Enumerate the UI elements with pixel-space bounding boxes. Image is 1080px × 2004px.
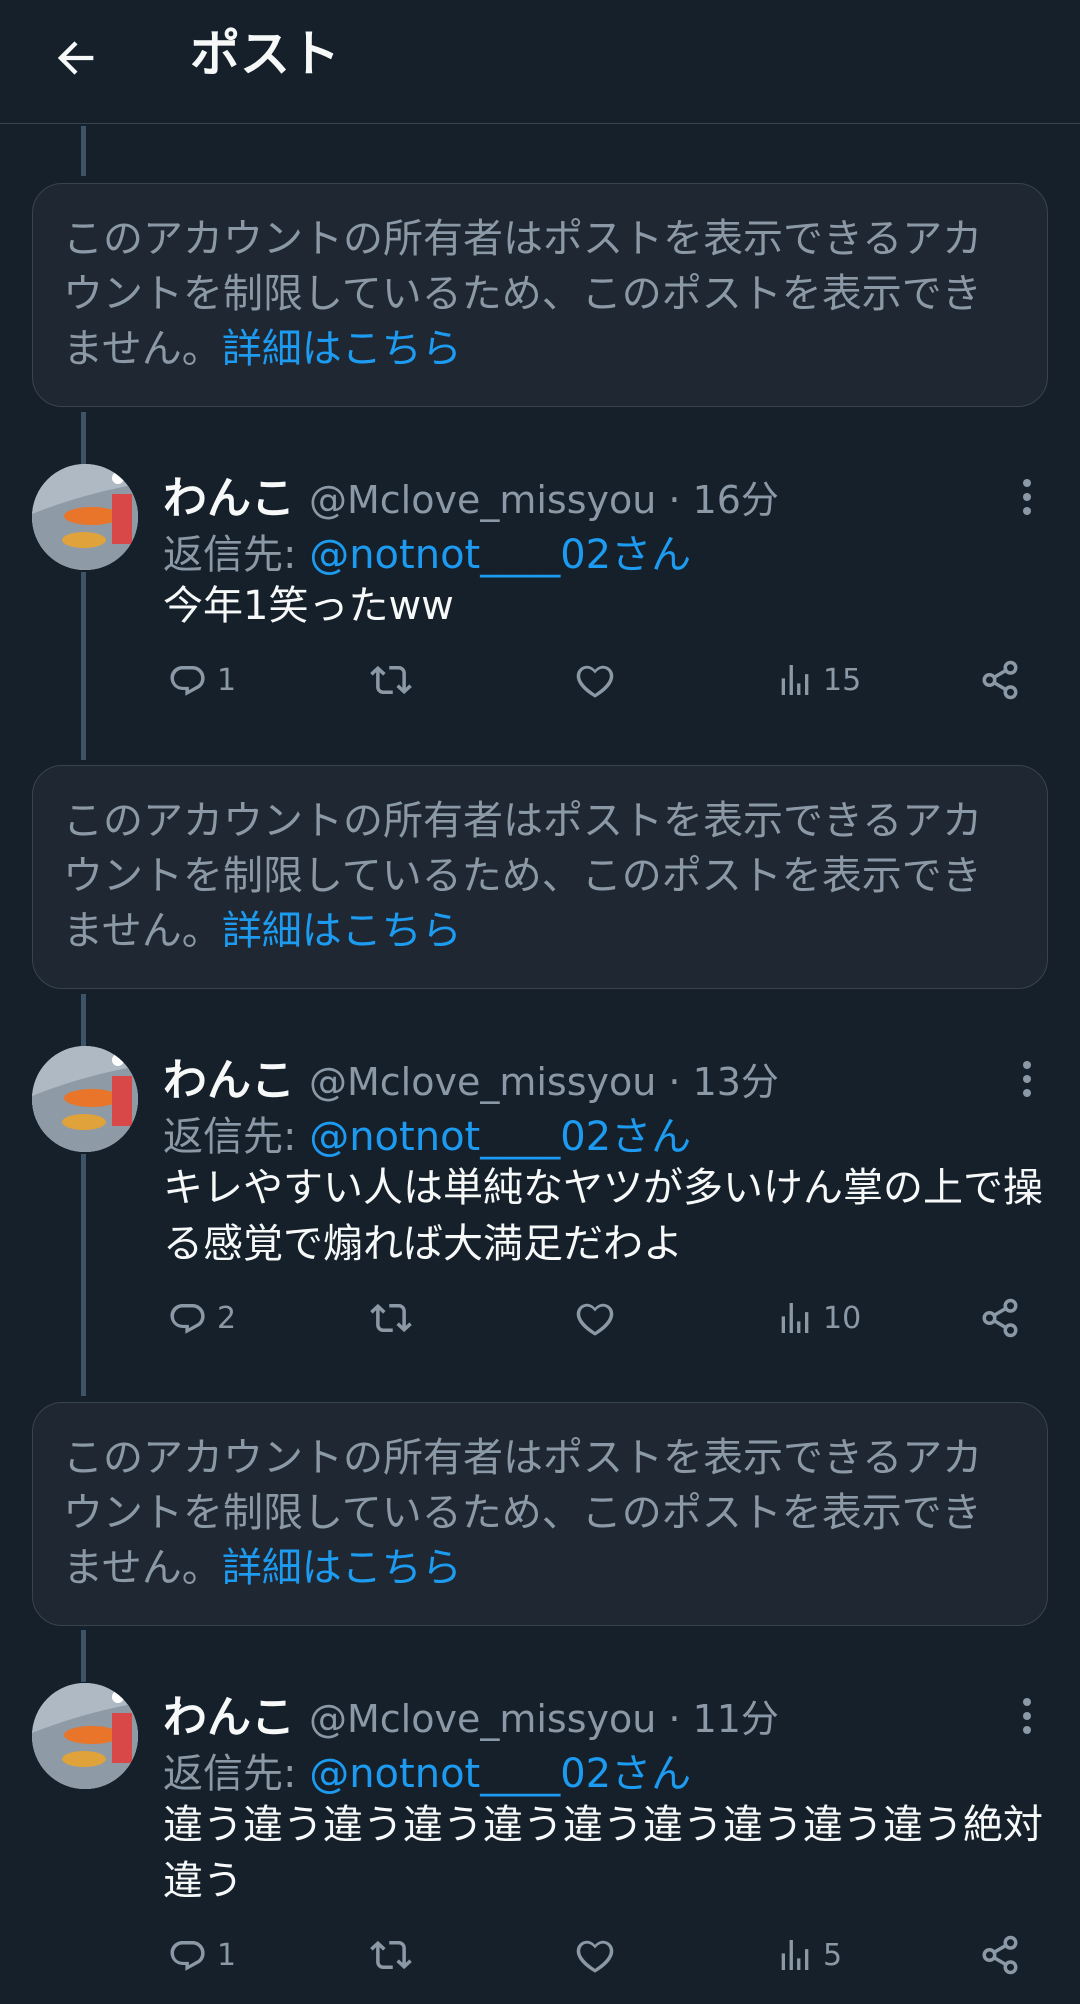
reply-to-line: 返信先: @notnot____02さん — [163, 522, 691, 580]
post-text: 今年1笑ったww — [163, 583, 454, 629]
views-count: 10 — [823, 1300, 862, 1336]
views-icon — [781, 1303, 809, 1333]
reply-to-line: 返信先: @notnot____02さん — [163, 1741, 691, 1799]
thread-line — [81, 572, 86, 760]
like-button[interactable] — [574, 1925, 624, 1985]
post-header: わんこ @Mclove_missyou · 11分 — [163, 1681, 779, 1743]
display-name[interactable]: わんこ — [163, 1681, 295, 1745]
reply-to-line: 返信先: @notnot____02さん — [163, 1104, 691, 1162]
learn-more-link[interactable]: 詳細はこちら — [222, 908, 462, 954]
retweet-icon — [370, 1303, 412, 1333]
views-icon — [781, 1940, 809, 1970]
top-app-bar: ポスト — [0, 0, 1080, 124]
thread-line — [81, 412, 86, 464]
reply-icon — [170, 1941, 205, 1971]
post-actions: 2 10 — [163, 1288, 1043, 1348]
learn-more-link[interactable]: 詳細はこちら — [222, 1545, 462, 1591]
reply-button[interactable]: 1 — [167, 1925, 236, 1985]
repost-button[interactable] — [368, 1925, 422, 1985]
thread-line — [81, 126, 86, 176]
restricted-notice-text: このアカウントの所有者はポストを表示できるアカウントを制限しているため、このポス… — [63, 216, 983, 372]
like-icon — [576, 665, 614, 698]
post-actions: 1 5 — [163, 1925, 1043, 1985]
reply-button[interactable]: 2 — [167, 1288, 236, 1348]
share-button[interactable] — [979, 1288, 1021, 1348]
post-header: わんこ @Mclove_missyou · 16分 — [163, 462, 779, 524]
back-button[interactable] — [36, 18, 116, 98]
thread-line — [81, 1630, 86, 1682]
reply-count: 1 — [217, 662, 237, 698]
more-vertical-icon — [1023, 1061, 1031, 1097]
post-header: わんこ @Mclove_missyou · 13分 — [163, 1044, 779, 1106]
learn-more-link[interactable]: 詳細はこちら — [222, 326, 462, 372]
retweet-icon — [370, 1940, 412, 1970]
avatar[interactable] — [32, 1046, 138, 1152]
thread-line — [81, 1154, 86, 1396]
repost-button[interactable] — [368, 650, 422, 710]
handle-and-time[interactable]: @Mclove_missyou · 16分 — [309, 469, 779, 524]
more-options-button[interactable] — [1000, 1689, 1054, 1743]
views-count: 5 — [823, 1937, 843, 1973]
share-button[interactable] — [979, 650, 1021, 710]
restricted-notice-text: このアカウントの所有者はポストを表示できるアカウントを制限しているため、このポス… — [63, 1435, 983, 1591]
reply-count: 2 — [217, 1300, 237, 1336]
share-icon — [982, 660, 1018, 700]
page-title: ポスト — [190, 25, 340, 83]
views-button[interactable]: 10 — [775, 1288, 861, 1348]
restricted-notice-text: このアカウントの所有者はポストを表示できるアカウントを制限しているため、このポス… — [63, 798, 983, 954]
reply-to-label: 返信先: — [163, 532, 310, 578]
more-options-button[interactable] — [1000, 470, 1054, 524]
reply-to-label: 返信先: — [163, 1114, 310, 1160]
display-name[interactable]: わんこ — [163, 1044, 295, 1108]
share-icon — [982, 1935, 1018, 1975]
repost-button[interactable] — [368, 1288, 422, 1348]
views-button[interactable]: 5 — [775, 1925, 842, 1985]
reply-icon — [170, 1304, 205, 1334]
restricted-post-notice: このアカウントの所有者はポストを表示できるアカウントを制限しているため、このポス… — [32, 765, 1048, 989]
restricted-post-notice: このアカウントの所有者はポストを表示できるアカウントを制限しているため、このポス… — [32, 1402, 1048, 1626]
handle-and-time[interactable]: @Mclove_missyou · 13分 — [309, 1051, 779, 1106]
like-icon — [576, 1940, 614, 1973]
reply-mention-link[interactable]: @notnot____02さん — [309, 532, 691, 578]
reply-button[interactable]: 1 — [167, 650, 236, 710]
like-icon — [576, 1303, 614, 1336]
reply-to-label: 返信先: — [163, 1751, 310, 1797]
views-count: 15 — [823, 662, 862, 698]
reply-count: 1 — [217, 1937, 237, 1973]
avatar[interactable] — [32, 1683, 138, 1789]
share-icon — [982, 1298, 1018, 1338]
more-vertical-icon — [1023, 1698, 1031, 1734]
more-options-button[interactable] — [1000, 1052, 1054, 1106]
reply-mention-link[interactable]: @notnot____02さん — [309, 1114, 691, 1160]
share-button[interactable] — [979, 1925, 1021, 1985]
thread-line — [81, 994, 86, 1046]
more-vertical-icon — [1023, 479, 1031, 515]
retweet-icon — [370, 665, 412, 695]
handle-and-time[interactable]: @Mclove_missyou · 11分 — [309, 1688, 779, 1743]
reply-icon — [170, 666, 205, 696]
post-text: キレやすい人は単純なヤツが多いけん掌の上で操る感覚で煽れば大満足だわよ — [163, 1165, 1043, 1267]
reply-mention-link[interactable]: @notnot____02さん — [309, 1751, 691, 1797]
views-icon — [781, 665, 809, 695]
restricted-post-notice: このアカウントの所有者はポストを表示できるアカウントを制限しているため、このポス… — [32, 183, 1048, 407]
like-button[interactable] — [574, 1288, 624, 1348]
post-actions: 1 15 — [163, 650, 1043, 710]
back-arrow-icon — [57, 41, 94, 75]
post-text: 違う違う違う違う違う違う違う違う違う違う絶対違う — [163, 1802, 1043, 1904]
like-button[interactable] — [574, 650, 624, 710]
views-button[interactable]: 15 — [775, 650, 861, 710]
display-name[interactable]: わんこ — [163, 462, 295, 526]
avatar[interactable] — [32, 464, 138, 570]
